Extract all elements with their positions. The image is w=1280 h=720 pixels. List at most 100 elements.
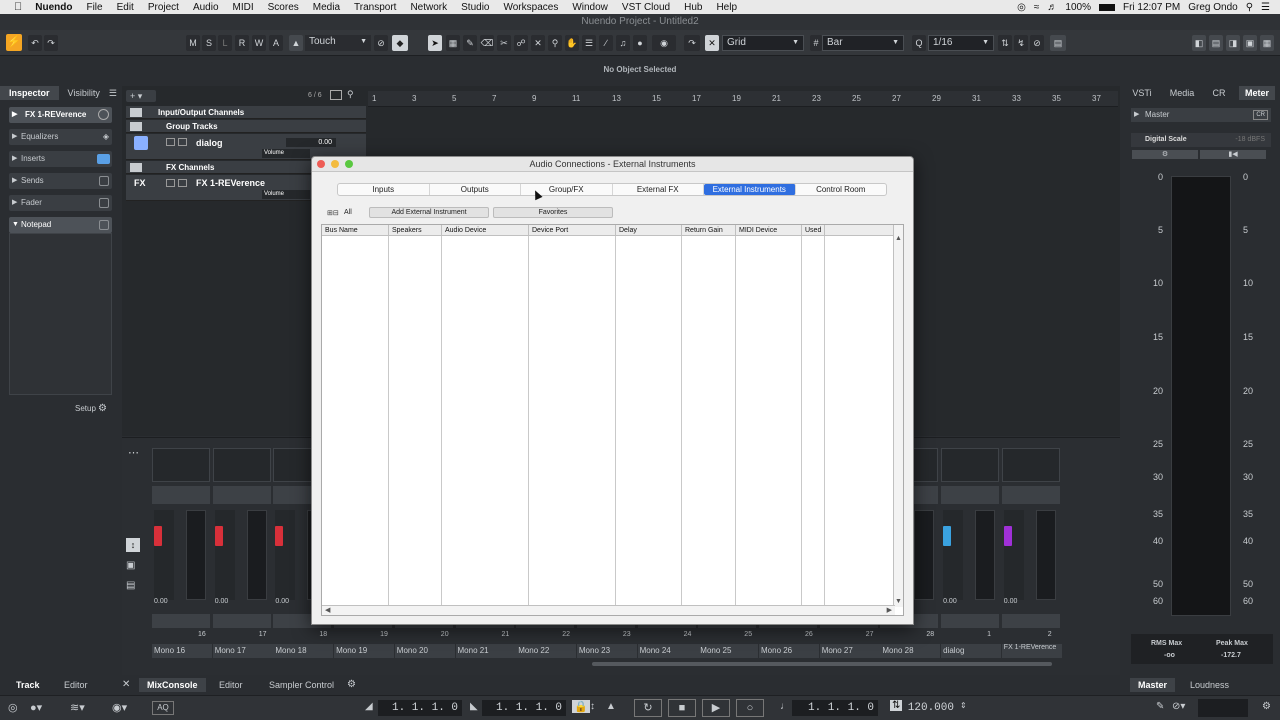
quantize-select[interactable]: 1/16 ▼ [928,35,994,51]
tab-master[interactable]: Master [1130,678,1176,692]
channel-fader-handle[interactable] [154,526,162,546]
menu-media[interactable]: Media [306,2,347,13]
inspector-section-inserts[interactable]: ▶ Inserts [9,151,112,167]
automation-all-button[interactable]: A [269,35,283,51]
channel-automation-buttons[interactable] [941,614,1000,628]
channel-name[interactable]: Mono 27 [819,644,880,658]
menu-vst-cloud[interactable]: VST Cloud [615,2,677,13]
metronome-icon[interactable]: ♩ [780,701,790,712]
channel-automation-buttons[interactable] [152,614,210,628]
mute-all-button[interactable]: M [186,35,200,51]
tempo-stepper-icon[interactable]: ⇕ [960,701,967,710]
channel-name[interactable]: Mono 26 [759,644,819,658]
erase-tool-icon[interactable]: ⌫ [480,35,494,51]
snap-on-icon[interactable]: ✕ [705,35,719,51]
column-header-bus-name[interactable]: Bus Name [322,225,389,236]
mixer-routing-icon[interactable]: ▣ [126,560,135,571]
channel-fader-handle[interactable] [275,526,284,546]
channel-name[interactable]: Mono 18 [273,644,334,658]
pen-icon[interactable]: ✎ [1156,701,1164,712]
channel-insert-slot[interactable] [152,448,210,482]
channel-strip[interactable] [152,446,210,636]
quantize-panel-icon[interactable]: ▤ [1050,35,1066,51]
grid-type-select[interactable]: Bar ▼ [822,35,904,51]
channel-insert-slot[interactable] [941,448,1000,482]
menu-workspaces[interactable]: Workspaces [496,2,565,13]
notepad-text-area[interactable] [9,233,112,395]
tab-sampler-control[interactable]: Sampler Control [269,678,334,692]
channel-name[interactable]: Mono 23 [576,644,637,658]
sends-bypass-icon[interactable] [99,176,109,186]
suspend-icon[interactable]: ⊘ [374,35,388,51]
layout-project-icon[interactable]: ▣ [1243,35,1257,51]
menu-app-name[interactable]: Nuendo [28,2,79,13]
track-row-io-channels[interactable]: Input/Output Channels [126,106,366,119]
channel-name[interactable]: dialog [941,644,1002,658]
channel-name[interactable]: Mono 28 [880,644,941,658]
solo-all-button[interactable]: S [202,35,216,51]
channel-fader-handle[interactable] [1003,526,1012,546]
write-all-button[interactable]: W [252,35,266,51]
favorites-button[interactable]: Favorites [493,207,613,218]
dialog-title-bar[interactable]: Audio Connections - External Instruments [312,157,913,172]
draw-tool-icon[interactable]: ✎ [463,35,477,51]
inspector-section-notepad[interactable]: ▼ Notepad [9,217,112,233]
record-button[interactable]: ○ [736,699,764,717]
channel-name[interactable]: Mono 17 [212,644,273,658]
cr-badge[interactable]: CR [1253,110,1268,120]
tab-loudness[interactable]: Loudness [1190,678,1229,692]
mixer-fader-view-icon[interactable]: ↕ [126,538,140,552]
hand-tool-icon[interactable]: ✋ [565,35,579,51]
mixer-scrollbar[interactable] [592,662,1052,666]
range-tool-icon[interactable]: ▦ [446,35,460,51]
column-header-midi-device[interactable]: MIDI Device [736,225,802,236]
layout-settings-icon[interactable]: ▦ [1260,35,1274,51]
channel-strip[interactable] [1001,446,1060,636]
tab-editor[interactable]: Editor [219,678,243,692]
automation-mode-select[interactable]: Touch ▼ [305,35,371,51]
column-header-audio-device[interactable]: Audio Device [442,225,529,236]
tab-media[interactable]: Media [1167,86,1197,100]
volume-icon[interactable]: ♬ [1047,2,1057,13]
channel-name[interactable]: Mono 25 [698,644,759,658]
tab-visibility[interactable]: Visibility [59,86,109,100]
channel-name[interactable]: Mono 19 [334,644,395,658]
position-display[interactable]: 1. 1. 1. 0 [792,700,878,716]
apple-icon[interactable]:  [0,1,28,13]
close-icon[interactable]: ✕ [122,678,130,692]
tab-track[interactable]: Track [16,678,40,692]
channel-fader-value[interactable]: 0.00 [154,598,168,605]
activate-icon[interactable]: ⊘▾ [1172,701,1185,712]
mute-tool-icon[interactable]: ✕ [531,35,545,51]
notepad-icon[interactable] [99,220,109,230]
channel-automation-buttons[interactable] [212,614,271,628]
undo-icon[interactable]: ↶ [28,35,42,51]
track-volume-label[interactable]: Volume [262,149,310,158]
track-volume-value[interactable]: 0.00 [286,138,336,147]
solo-icon[interactable] [178,179,187,187]
inspector-track-name[interactable]: ▶ FX 1-REVerence [9,107,112,123]
stop-button[interactable]: ■ [668,699,696,717]
scroll-up-icon[interactable]: ▲ [895,235,902,242]
search-icon[interactable]: ⚲ [347,89,354,100]
all-label[interactable]: All [344,209,352,216]
mute-icon[interactable] [166,138,175,146]
menu-midi[interactable]: MIDI [226,2,261,13]
meter-scale-row[interactable]: Digital Scale -18 dBFS [1131,133,1271,147]
channel-fader-value[interactable]: 0.00 [215,598,229,605]
minimize-window-button[interactable] [331,160,339,168]
channel-fader-track[interactable] [214,510,235,600]
glue-tool-icon[interactable]: ☍ [514,35,528,51]
menu-project[interactable]: Project [141,2,186,13]
read-all-button[interactable]: R [235,35,249,51]
color-tool-icon[interactable]: ● [633,35,647,51]
track-row-group-tracks[interactable]: Group Tracks [126,120,366,133]
lock-icon[interactable]: 🔒 [572,700,590,713]
channel-name[interactable]: Mono 24 [637,644,698,658]
menu-scores[interactable]: Scores [261,2,306,13]
menu-help[interactable]: Help [709,2,744,13]
search-icon[interactable]: ⚲ [1246,2,1253,13]
add-track-button[interactable]: + ▾ [126,90,156,102]
channel-name[interactable]: Mono 16 [152,644,212,658]
column-header-device-port[interactable]: Device Port [529,225,616,236]
